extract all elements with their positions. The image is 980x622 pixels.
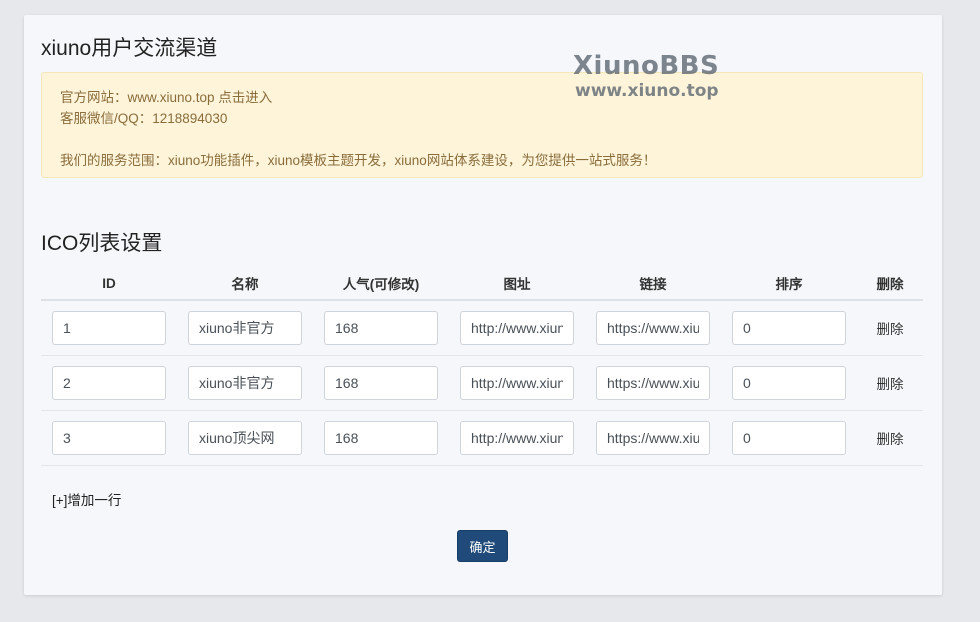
notice-website-line: 官方网站：www.xiuno.top 点击进入 (60, 90, 273, 105)
image-url-input[interactable] (460, 366, 574, 400)
link-input[interactable] (596, 366, 710, 400)
column-header-image-url: 图址 (449, 267, 585, 301)
confirm-button[interactable]: 确定 (457, 530, 508, 562)
column-header-id: ID (41, 267, 177, 301)
column-header-link: 链接 (585, 267, 721, 301)
popularity-input[interactable] (324, 421, 438, 455)
delete-row-link[interactable]: 删除 (877, 377, 904, 392)
id-input[interactable] (52, 366, 166, 400)
column-header-popularity: 人气(可修改) (313, 267, 449, 301)
delete-row-link[interactable]: 删除 (877, 322, 904, 337)
order-input[interactable] (732, 311, 846, 345)
page-title: xiuno用户交流渠道 (41, 37, 218, 60)
table-row: 删除 (41, 355, 923, 411)
name-input[interactable] (188, 311, 302, 345)
popularity-input[interactable] (324, 366, 438, 400)
link-input[interactable] (596, 421, 710, 455)
settings-card: xiuno用户交流渠道 官方网站：www.xiuno.top 点击进入 客服微信… (24, 15, 942, 595)
column-header-order: 排序 (721, 267, 857, 301)
info-notice: 官方网站：www.xiuno.top 点击进入 客服微信/QQ：12188940… (41, 72, 923, 178)
order-input[interactable] (732, 421, 846, 455)
id-input[interactable] (52, 311, 166, 345)
image-url-input[interactable] (460, 311, 574, 345)
notice-contact-line: 客服微信/QQ：1218894030 (60, 111, 228, 126)
column-header-name: 名称 (177, 267, 313, 301)
image-url-input[interactable] (460, 421, 574, 455)
table-row: 删除 (41, 410, 923, 466)
name-input[interactable] (188, 366, 302, 400)
watermark-logo: XiunoBBS www.xiuno.top (573, 51, 719, 101)
order-input[interactable] (732, 366, 846, 400)
table-header-row: ID 名称 人气(可修改) 图址 链接 排序 删除 (41, 267, 923, 301)
ico-table: ID 名称 人气(可修改) 图址 链接 排序 删除 删除 (41, 267, 923, 466)
table-row: 删除 (41, 300, 923, 356)
link-input[interactable] (596, 311, 710, 345)
watermark-brand: XiunoBBS (573, 51, 720, 81)
watermark-url: www.xiuno.top (575, 81, 719, 101)
name-input[interactable] (188, 421, 302, 455)
delete-row-link[interactable]: 删除 (877, 432, 904, 447)
column-header-delete: 删除 (857, 267, 923, 301)
notice-service-line: 我们的服务范围：xiuno功能插件，xiuno模板主题开发，xiuno网站体系建… (60, 153, 657, 168)
section-title: ICO列表设置 (41, 232, 163, 255)
id-input[interactable] (52, 421, 166, 455)
popularity-input[interactable] (324, 311, 438, 345)
add-row-link[interactable]: [+]增加一行 (52, 489, 121, 509)
